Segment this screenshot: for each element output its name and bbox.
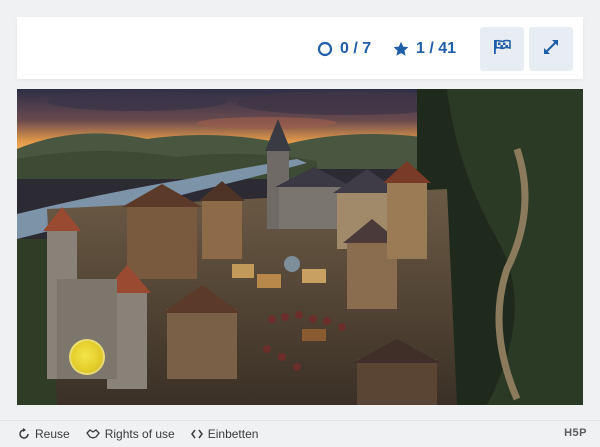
found-counter: 0 / 7: [317, 39, 371, 59]
fullscreen-button[interactable]: [529, 27, 573, 71]
footer-bar: Reuse Rights of use Einbetten H5P: [0, 420, 600, 447]
h5p-logo[interactable]: H5P: [564, 427, 587, 439]
reuse-label: Reuse: [35, 427, 70, 441]
embed-label: Einbetten: [207, 427, 259, 441]
reuse-icon: [18, 428, 30, 440]
expand-icon: [543, 39, 559, 60]
star-icon: [393, 41, 409, 57]
hidden-object-marker[interactable]: [69, 339, 105, 375]
scene-image[interactable]: [17, 89, 583, 405]
circle-icon: [317, 41, 333, 57]
handshake-icon: [85, 428, 100, 440]
reuse-button[interactable]: Reuse: [18, 427, 70, 441]
found-count: 0 / 7: [340, 40, 372, 57]
rights-of-use-button[interactable]: Rights of use: [85, 427, 175, 441]
rights-of-use-label: Rights of use: [104, 427, 175, 441]
top-bar: 0 / 7 1 / 41: [17, 17, 583, 79]
stars-count: 1 / 41: [416, 40, 457, 57]
flag-icon: [493, 39, 511, 60]
code-icon: [190, 429, 203, 439]
flag-button[interactable]: [480, 27, 524, 71]
stars-counter: 1 / 41: [393, 39, 456, 59]
embed-button[interactable]: Einbetten: [190, 427, 259, 441]
